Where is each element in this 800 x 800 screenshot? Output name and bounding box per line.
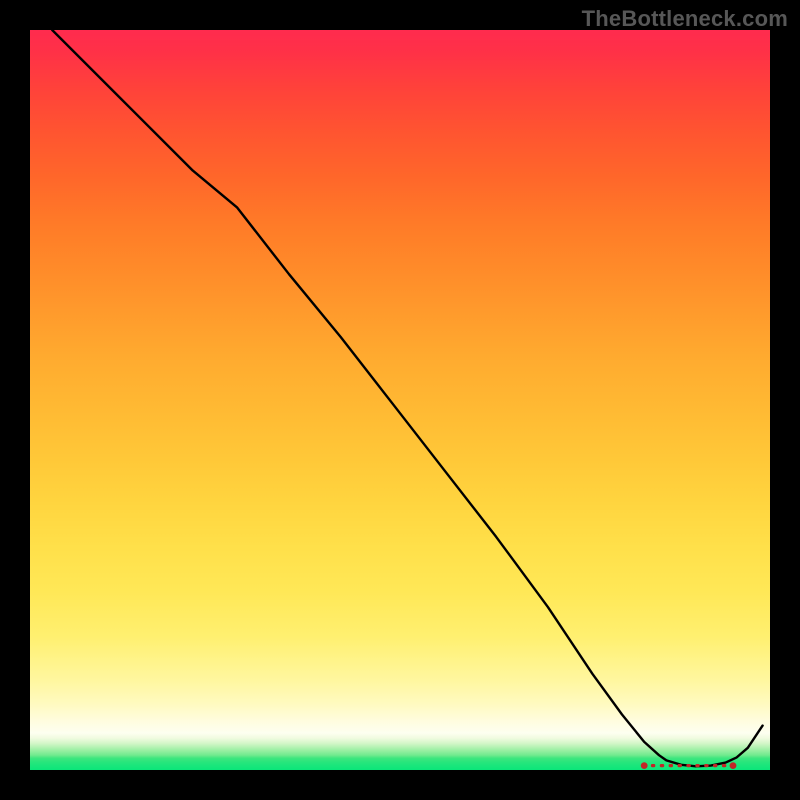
chart-frame: TheBottleneck.com: [0, 0, 800, 800]
optimal-marker-segment: [686, 764, 690, 767]
plot-area: [30, 30, 770, 770]
optimal-marker-segment: [722, 764, 726, 767]
optimal-marker-segment: [669, 764, 673, 767]
optimal-marker-segment: [731, 764, 735, 767]
bottleneck-curve: [52, 30, 762, 766]
watermark-text: TheBottleneck.com: [582, 6, 788, 32]
optimal-marker-segment: [660, 764, 664, 767]
optimal-marker-segment: [695, 764, 699, 767]
optimal-marker-segment: [713, 764, 717, 767]
optimal-marker-segment: [678, 764, 682, 767]
optimal-marker-segment: [704, 764, 708, 767]
chart-svg: [30, 30, 770, 770]
optimal-marker-segment: [651, 764, 655, 767]
optimal-marker-segment: [642, 764, 646, 767]
